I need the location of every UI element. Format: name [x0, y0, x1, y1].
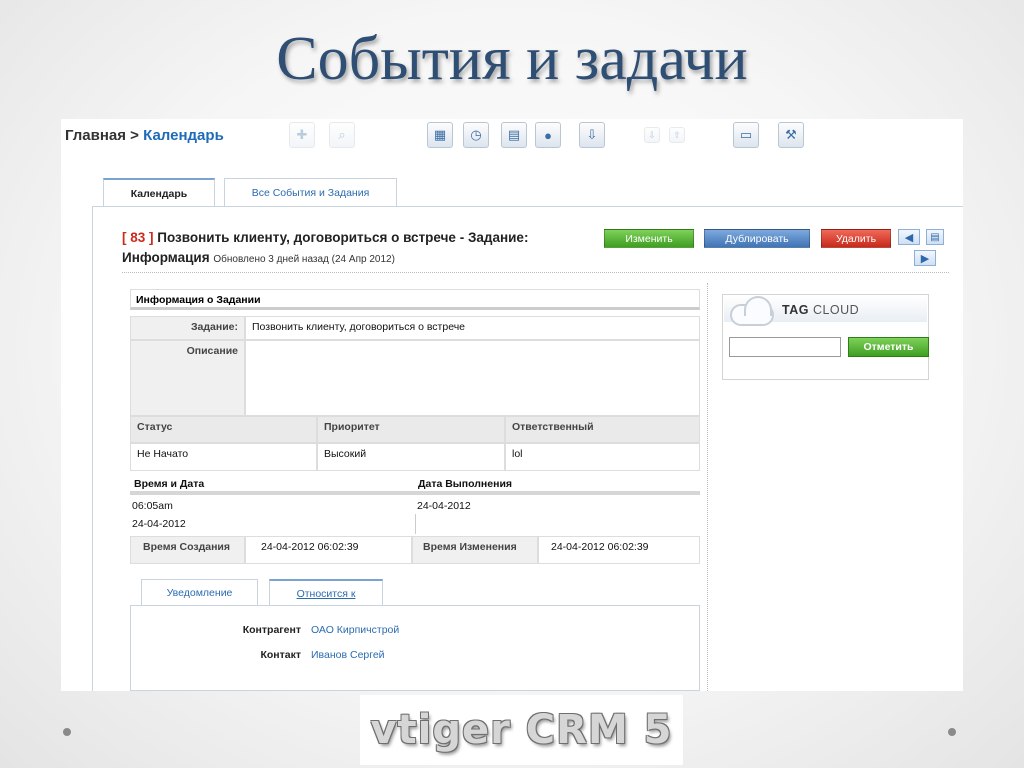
- record-number: [ 83 ]: [122, 230, 154, 245]
- description-value: [245, 340, 700, 416]
- tag-button[interactable]: Отметить: [848, 337, 929, 357]
- status-value: Не Начато: [130, 443, 317, 471]
- record-title-text: Позвонить клиенту, договориться о встреч…: [153, 230, 529, 245]
- module-tabs: Календарь Все События и Задания: [103, 178, 963, 207]
- search-icon[interactable]: ⌕: [329, 122, 355, 148]
- owner-value: lol: [505, 443, 700, 471]
- breadcrumb-separator: >: [126, 127, 144, 144]
- tag-input[interactable]: [729, 337, 841, 357]
- modified-label: Время Изменения: [412, 536, 538, 564]
- edit-button[interactable]: Изменить: [604, 229, 694, 248]
- clock-icon[interactable]: ◷: [463, 122, 489, 148]
- previous-record-icon[interactable]: ◀: [898, 229, 920, 245]
- slide-bullet-right: [948, 728, 956, 736]
- next-record-icon[interactable]: ▶: [914, 250, 936, 266]
- import-icon[interactable]: ⇩: [579, 122, 605, 148]
- account-label: Контрагент: [242, 624, 301, 636]
- account-link[interactable]: ОАО Кирпичстрой: [311, 624, 399, 636]
- breadcrumb-current[interactable]: Календарь: [143, 127, 224, 144]
- tag-cloud-title-a: TAG: [782, 303, 809, 317]
- export-icon[interactable]: ⇩: [644, 127, 660, 143]
- due-date-value: 24-04-2012: [417, 500, 471, 512]
- tag-cloud-title-b: CLOUD: [808, 303, 860, 317]
- due-date-label: Дата Выполнения: [418, 478, 513, 490]
- cloud-icon: [730, 296, 774, 326]
- tag-cloud-panel: TAG CLOUD Отметить: [722, 294, 929, 380]
- computer-icon[interactable]: ▭: [733, 122, 759, 148]
- chat-icon[interactable]: ●: [535, 122, 561, 148]
- column-divider: [707, 283, 708, 691]
- task-label: Задание:: [130, 316, 245, 340]
- tab-all-events[interactable]: Все События и Задания: [224, 178, 397, 207]
- record-subtitle-text: Информация: [122, 250, 210, 265]
- delete-button[interactable]: Удалить: [821, 229, 891, 248]
- modified-value: 24-04-2012 06:02:39: [538, 536, 700, 564]
- priority-header: Приоритет: [317, 416, 505, 443]
- owner-header: Ответственный: [505, 416, 700, 443]
- date-value: 24-04-2012: [132, 518, 186, 530]
- datetime-label: Время и Дата: [134, 478, 205, 490]
- tag-cloud-title: TAG CLOUD: [782, 303, 859, 317]
- created-value: 24-04-2012 06:02:39: [245, 536, 412, 564]
- print-icon[interactable]: ▤: [926, 229, 944, 245]
- record-updated: Обновлено 3 дней назад (24 Апр 2012): [213, 254, 395, 265]
- datetime-divider: [130, 491, 700, 495]
- related-panel: Контрагент ОАО Кирпичстрой Контакт Ивано…: [130, 605, 700, 691]
- task-value: Позвонить клиенту, договориться о встреч…: [245, 316, 700, 340]
- content-frame: [92, 206, 93, 691]
- settings-icon[interactable]: ⚒: [778, 122, 804, 148]
- tab-divider: [92, 206, 963, 207]
- tab-notification[interactable]: Уведомление: [141, 579, 258, 606]
- status-header: Статус: [130, 416, 317, 443]
- crm-screenshot: Главная > Календарь ✚ ⌕ ▦ ◷ ▤ ● ⇩ ⇩ ⇧ ▭ …: [61, 119, 963, 691]
- duplicate-button[interactable]: Дублировать: [704, 229, 810, 248]
- time-value: 06:05am: [132, 500, 173, 512]
- header-divider: [122, 272, 949, 273]
- vtiger-logo: vtiger CRM 5: [360, 695, 683, 765]
- breadcrumb-home[interactable]: Главная: [65, 127, 126, 144]
- record-subtitle: Информация Обновлено 3 дней назад (24 Ап…: [122, 250, 395, 265]
- tab-calendar[interactable]: Календарь: [103, 178, 215, 207]
- priority-value: Высокий: [317, 443, 505, 471]
- contact-link[interactable]: Иванов Сергей: [311, 649, 385, 661]
- upload-icon[interactable]: ⇧: [669, 127, 685, 143]
- created-label: Время Создания: [130, 536, 245, 564]
- tab-related-to[interactable]: Относится к: [269, 579, 383, 606]
- tag-cloud-header: TAG CLOUD: [724, 296, 927, 326]
- due-date-separator: [415, 514, 416, 534]
- calendar-icon[interactable]: ▦: [427, 122, 453, 148]
- breadcrumb: Главная > Календарь: [65, 127, 224, 144]
- description-label: Описание: [130, 340, 245, 416]
- calculator-icon[interactable]: ▤: [501, 122, 527, 148]
- record-title: [ 83 ] Позвонить клиенту, договориться о…: [122, 230, 528, 245]
- slide-title: События и задачи: [276, 25, 748, 93]
- add-icon[interactable]: ✚: [289, 122, 315, 148]
- contact-label: Контакт: [260, 649, 301, 661]
- task-info-header: Информация о Задании: [130, 289, 700, 310]
- slide-bullet-left: [63, 728, 71, 736]
